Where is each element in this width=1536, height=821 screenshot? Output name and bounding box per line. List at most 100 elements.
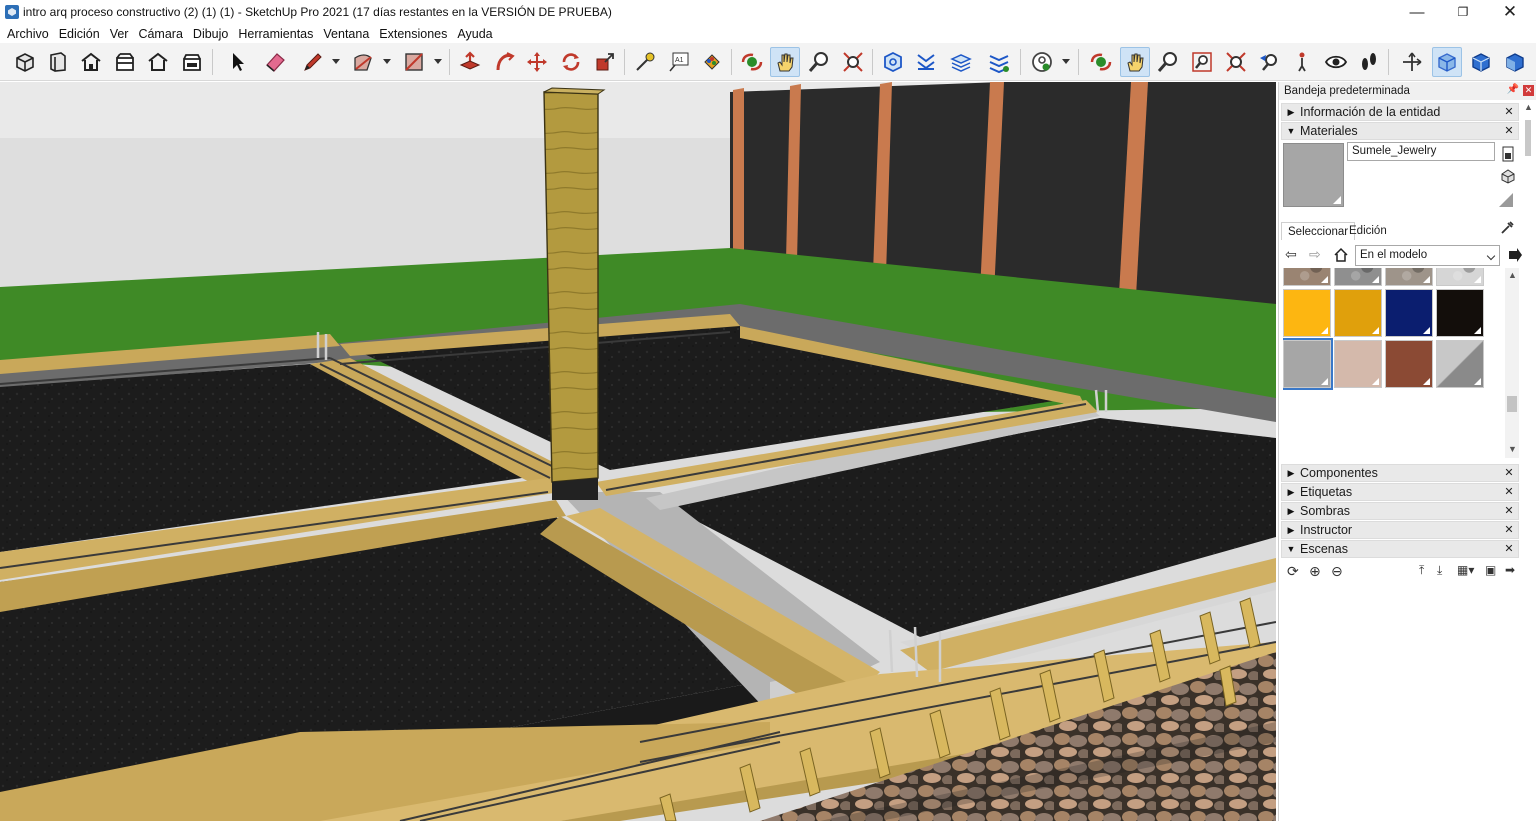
line-pencil-icon[interactable]	[298, 47, 328, 77]
arc-icon[interactable]	[348, 47, 378, 77]
material-swatch[interactable]	[1334, 268, 1382, 286]
sections-icon[interactable]	[911, 47, 941, 77]
outer-shell-icon[interactable]	[878, 47, 908, 77]
collection-dropdown[interactable]: En el modelo	[1355, 245, 1500, 266]
material-swatch[interactable]	[1283, 289, 1331, 337]
swatch-scrollbar[interactable]: ▲ ▼	[1505, 268, 1519, 458]
tray-close-icon[interactable]: ✕	[1523, 85, 1534, 96]
material-swatch[interactable]	[1334, 289, 1382, 337]
model-viewport[interactable]	[0, 82, 1276, 821]
menu-extensiones[interactable]: Extensiones	[374, 27, 452, 41]
back-arrow-icon[interactable]: ⇦	[1285, 246, 1297, 263]
menu-archivo[interactable]: Archivo	[2, 27, 54, 41]
close-button[interactable]: ✕	[1487, 0, 1533, 24]
eraser-icon[interactable]	[260, 47, 290, 77]
minimize-button[interactable]: —	[1394, 0, 1440, 24]
material-name-field[interactable]: Sumele_Jewelry	[1347, 142, 1495, 161]
move-icon[interactable]	[522, 47, 552, 77]
move-scene-up-icon[interactable]: ⤒	[1419, 563, 1424, 578]
rectangle-icon[interactable]	[399, 47, 429, 77]
material-swatch[interactable]	[1385, 268, 1433, 286]
iso-view-icon[interactable]	[10, 47, 40, 77]
scroll-up-icon[interactable]: ▲	[1508, 270, 1517, 280]
right-view-icon[interactable]	[110, 47, 140, 77]
view-options-icon[interactable]: ▦▾	[1457, 563, 1474, 577]
walk-footprints-icon[interactable]	[1354, 47, 1384, 77]
line-dropdown-icon[interactable]	[332, 57, 340, 65]
previous-view-icon[interactable]	[1254, 47, 1284, 77]
close-panel-icon[interactable]: ✕	[1503, 486, 1515, 498]
orbit-2-icon[interactable]	[1086, 47, 1116, 77]
pan-2-hand-icon[interactable]	[1120, 47, 1150, 77]
follow-me-icon[interactable]	[489, 47, 519, 77]
scale-icon[interactable]	[590, 47, 620, 77]
zoom-extents-2-icon[interactable]	[1221, 47, 1251, 77]
close-panel-icon[interactable]: ✕	[1503, 467, 1515, 479]
close-panel-icon[interactable]: ✕	[1503, 106, 1515, 118]
text-tool-icon[interactable]: A1	[664, 47, 694, 77]
material-swatch[interactable]	[1334, 340, 1382, 388]
material-swatch[interactable]	[1436, 268, 1484, 286]
push-pull-icon[interactable]	[455, 47, 485, 77]
arc-dropdown-icon[interactable]	[383, 57, 391, 65]
axes-icon[interactable]	[1397, 47, 1427, 77]
tab-edicion[interactable]: Edición	[1343, 222, 1393, 240]
menu-ayuda[interactable]: Ayuda	[452, 27, 497, 41]
eyedropper-icon[interactable]	[1499, 220, 1515, 236]
close-panel-icon[interactable]: ✕	[1503, 505, 1515, 517]
scene-details-arrow-icon[interactable]: ➡	[1505, 563, 1515, 577]
close-panel-icon[interactable]: ✕	[1503, 543, 1515, 555]
shaded-textures-cube-icon[interactable]	[1500, 47, 1530, 77]
panel-shadows[interactable]: ▶ Sombras ✕	[1281, 502, 1519, 520]
panel-scenes[interactable]: ▼ Escenas ✕	[1281, 540, 1519, 558]
menu-ventana[interactable]: Ventana	[318, 27, 374, 41]
panel-entity-info[interactable]: ▶ Información de la entidad ✕	[1281, 103, 1519, 121]
move-scene-down-icon[interactable]: ⤓	[1437, 563, 1442, 578]
back-edges-cube-icon[interactable]	[1466, 47, 1496, 77]
position-camera-icon[interactable]	[1287, 47, 1317, 77]
pan-hand-icon[interactable]	[770, 47, 800, 77]
zoom-extents-icon[interactable]	[838, 47, 868, 77]
default-material-icon[interactable]	[1498, 192, 1514, 208]
orbit-icon[interactable]	[737, 47, 767, 77]
paint-bucket-icon[interactable]	[697, 47, 727, 77]
details-arrow-icon[interactable]	[1507, 247, 1523, 263]
scroll-down-icon[interactable]: ▼	[1508, 444, 1517, 454]
rotate-icon[interactable]	[556, 47, 586, 77]
zoom-window-icon[interactable]	[1187, 47, 1217, 77]
panel-instructor[interactable]: ▶ Instructor ✕	[1281, 521, 1519, 539]
material-paint-icon[interactable]	[1500, 168, 1516, 184]
styles-icon[interactable]	[984, 47, 1014, 77]
forward-arrow-icon[interactable]: ⇨	[1309, 246, 1321, 263]
close-panel-icon[interactable]: ✕	[1503, 125, 1515, 137]
tray-scrollbar[interactable]: ▲	[1521, 100, 1535, 160]
left-view-icon[interactable]	[177, 47, 207, 77]
top-view-icon[interactable]	[43, 47, 73, 77]
material-swatch[interactable]	[1283, 338, 1333, 390]
material-swatch[interactable]	[1385, 340, 1433, 388]
scroll-thumb[interactable]	[1525, 120, 1531, 156]
warehouse-dropdown-icon[interactable]	[1062, 57, 1070, 65]
panel-tags[interactable]: ▶ Etiquetas ✕	[1281, 483, 1519, 501]
maximize-button[interactable]: ❐	[1440, 0, 1486, 24]
tags-layers-icon[interactable]	[946, 47, 976, 77]
panel-materials[interactable]: ▼ Materiales ✕	[1281, 122, 1519, 140]
add-scene-icon[interactable]: ⊕	[1309, 563, 1321, 580]
look-around-eye-icon[interactable]	[1321, 47, 1351, 77]
create-material-icon[interactable]	[1500, 146, 1516, 162]
pin-icon[interactable]: 📌	[1507, 84, 1519, 95]
scroll-up-icon[interactable]: ▲	[1524, 102, 1533, 112]
material-swatch[interactable]	[1283, 268, 1331, 286]
remove-scene-icon[interactable]: ⊖	[1331, 563, 1343, 580]
refresh-scene-icon[interactable]: ⟳	[1287, 563, 1299, 580]
home-icon[interactable]	[1333, 247, 1349, 263]
menu-camara[interactable]: Cámara	[133, 27, 187, 41]
menu-dibujo[interactable]: Dibujo	[188, 27, 233, 41]
scene-details-icon[interactable]: ▣	[1485, 563, 1496, 577]
close-panel-icon[interactable]: ✕	[1503, 524, 1515, 536]
xray-cube-icon[interactable]	[1432, 47, 1462, 77]
menu-herramientas[interactable]: Herramientas	[233, 27, 318, 41]
back-view-icon[interactable]	[143, 47, 173, 77]
rectangle-dropdown-icon[interactable]	[434, 57, 442, 65]
material-swatch[interactable]	[1385, 289, 1433, 337]
